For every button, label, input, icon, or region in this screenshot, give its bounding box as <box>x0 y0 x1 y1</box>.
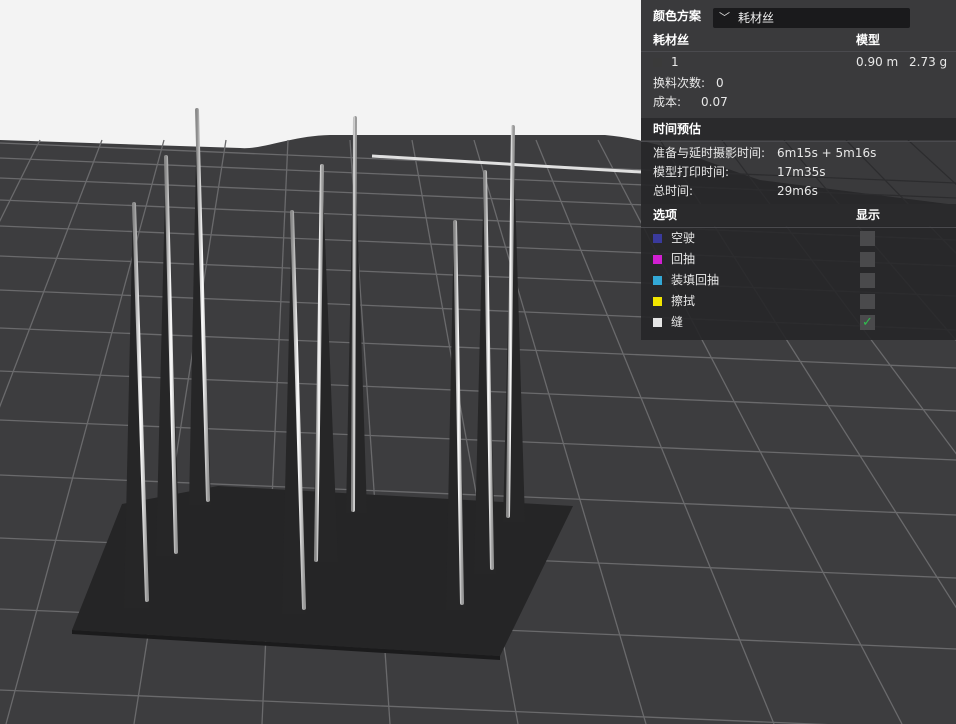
option-row-deretract: 装填回抽 <box>641 270 956 291</box>
cost-value: 0.07 <box>701 95 728 109</box>
option-label-retract: 回抽 <box>671 252 696 266</box>
filament-header-row: 耗材丝 模型 <box>641 30 956 51</box>
option-label-wipe: 擦拭 <box>671 294 696 308</box>
model-header: 模型 <box>856 33 881 47</box>
model-time-value: 17m35s <box>777 165 826 179</box>
travel-color-swatch <box>653 234 662 243</box>
time-header-row: 时间预估 <box>641 119 956 140</box>
checkbox-travel[interactable] <box>860 231 875 246</box>
model-time-label: 模型打印时间: <box>653 165 730 179</box>
filament-length: 0.90 m <box>856 55 899 69</box>
prep-time-value: 6m15s + 5m16s <box>777 146 877 160</box>
option-label-seam: 缝 <box>671 315 684 329</box>
total-time-value: 29m6s <box>777 184 818 198</box>
total-time-label: 总时间: <box>653 184 694 198</box>
cost-row: 成本: 0.07 <box>641 92 956 113</box>
change-count-label: 换料次数: <box>653 76 706 90</box>
color-scheme-value: 耗材丝 <box>738 11 775 25</box>
checkbox-wipe[interactable] <box>860 294 875 309</box>
prep-time-row: 准备与延时摄影时间: 6m15s + 5m16s <box>641 143 956 164</box>
option-label-travel: 空驶 <box>671 231 696 245</box>
option-row-wipe: 擦拭 <box>641 291 956 312</box>
options-header-row: 选项 显示 <box>641 205 956 226</box>
filament-header: 耗材丝 <box>653 33 690 47</box>
filament-weight: 2.73 g <box>909 55 948 69</box>
wipe-color-swatch <box>653 297 662 306</box>
checkbox-seam[interactable]: ✓ <box>860 315 875 330</box>
change-count-value: 0 <box>716 76 724 90</box>
cost-label: 成本: <box>653 95 682 109</box>
model-time-row: 模型打印时间: 17m35s <box>641 162 956 183</box>
time-header: 时间预估 <box>653 122 702 136</box>
options-header: 选项 <box>653 208 678 222</box>
option-row-seam: 缝 ✓ <box>641 312 956 333</box>
seam-color-swatch <box>653 318 662 327</box>
option-row-travel: 空驶 <box>641 228 956 249</box>
deretract-color-swatch <box>653 276 662 285</box>
slice-info-panel: 颜色方案 ﹀ 耗材丝 耗材丝 模型 1 0.90 m 2.73 g 换料次数: … <box>641 0 956 340</box>
checkbox-deretract[interactable] <box>860 273 875 288</box>
filament-color-swatch <box>653 58 662 67</box>
option-row-retract: 回抽 <box>641 249 956 270</box>
divider <box>641 141 956 142</box>
total-time-row: 总时间: 29m6s <box>641 181 956 202</box>
change-count-row: 换料次数: 0 <box>641 73 956 94</box>
checkbox-retract[interactable] <box>860 252 875 267</box>
display-header: 显示 <box>856 208 881 222</box>
check-icon: ✓ <box>862 315 873 330</box>
color-scheme-dropdown[interactable]: ﹀ 耗材丝 <box>713 8 910 28</box>
retract-color-swatch <box>653 255 662 264</box>
filament-id: 1 <box>671 55 679 69</box>
prep-time-label: 准备与延时摄影时间: <box>653 146 766 160</box>
chevron-down-icon: ﹀ <box>719 11 730 24</box>
color-scheme-label: 颜色方案 <box>653 9 702 23</box>
option-label-deretract: 装填回抽 <box>671 273 720 287</box>
filament-row: 1 0.90 m 2.73 g <box>641 52 956 73</box>
